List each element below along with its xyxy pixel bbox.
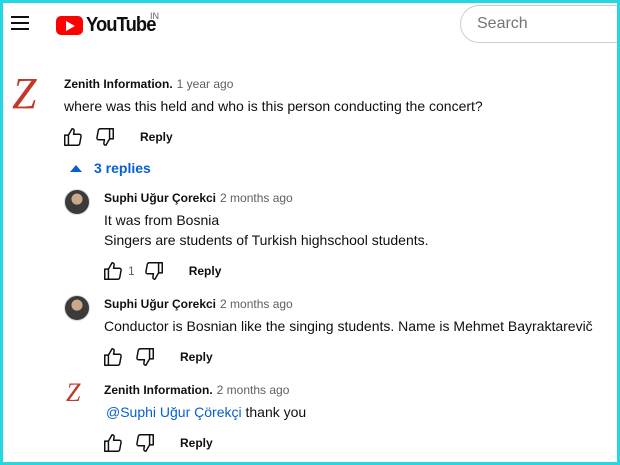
thumbs-down-icon[interactable] (94, 126, 116, 148)
thumbs-up-icon[interactable] (102, 346, 124, 368)
replies-toggle[interactable]: 3 replies (70, 160, 151, 176)
comment-time[interactable]: 1 year ago (177, 77, 234, 91)
thumbs-up-icon[interactable] (102, 432, 124, 454)
reply-actions: 1 Reply (102, 260, 221, 282)
masthead: YouTube IN (0, 0, 620, 52)
reply-time[interactable]: 2 months ago (217, 383, 290, 397)
reply-time[interactable]: 2 months ago (220, 297, 293, 311)
thumbs-down-icon[interactable] (134, 432, 156, 454)
reply-time[interactable]: 2 months ago (220, 191, 293, 205)
reply-text: @Suphi Uğur Çörekçi thank you (106, 402, 306, 422)
search-input[interactable] (460, 5, 620, 43)
author-name[interactable]: Zenith Information. (104, 383, 213, 397)
reply-button[interactable]: Reply (140, 130, 173, 144)
thumbs-down-icon[interactable] (143, 260, 165, 282)
reply-text-body: thank you (241, 404, 307, 420)
thumbs-up-icon[interactable] (102, 260, 124, 282)
avatar[interactable] (64, 295, 90, 321)
avatar[interactable]: Z (12, 72, 36, 116)
reply-author[interactable]: Zenith Information. 2 months ago (104, 383, 289, 397)
reply-text-line: Conductor is Bosnian like the singing st… (104, 318, 593, 334)
reply-actions: Reply (102, 346, 213, 368)
avatar[interactable] (64, 189, 90, 215)
reply-button[interactable]: Reply (180, 436, 213, 450)
mention-link[interactable]: @Suphi Uğur Çörekçi (106, 404, 242, 420)
reply-actions: Reply (102, 432, 213, 454)
like-count: 1 (128, 264, 135, 278)
author-name[interactable]: Zenith Information. (64, 77, 173, 91)
reply-author[interactable]: Suphi Uğur Çorekci 2 months ago (104, 191, 293, 205)
comment-author[interactable]: Zenith Information. 1 year ago (64, 77, 233, 91)
reply-button[interactable]: Reply (180, 350, 213, 364)
author-name[interactable]: Suphi Uğur Çorekci (104, 297, 216, 311)
region-code: IN (150, 11, 159, 21)
chevron-up-icon (70, 164, 82, 172)
reply-text-line: It was from Bosnia (104, 212, 220, 228)
comment-actions: Reply (62, 126, 173, 148)
replies-count[interactable]: 3 replies (94, 160, 151, 176)
reply-author[interactable]: Suphi Uğur Çorekci 2 months ago (104, 297, 293, 311)
author-name[interactable]: Suphi Uğur Çorekci (104, 191, 216, 205)
play-icon (56, 15, 83, 35)
reply-text-line: Singers are students of Turkish highscho… (104, 232, 429, 248)
reply-button[interactable]: Reply (189, 264, 222, 278)
logo-text: YouTube (86, 13, 156, 36)
comment-text: where was this held and who is this pers… (64, 98, 483, 114)
menu-icon[interactable] (11, 16, 29, 30)
thumbs-up-icon[interactable] (62, 126, 84, 148)
avatar[interactable]: Z (66, 380, 80, 406)
youtube-logo[interactable]: YouTube (56, 13, 162, 37)
thumbs-down-icon[interactable] (134, 346, 156, 368)
